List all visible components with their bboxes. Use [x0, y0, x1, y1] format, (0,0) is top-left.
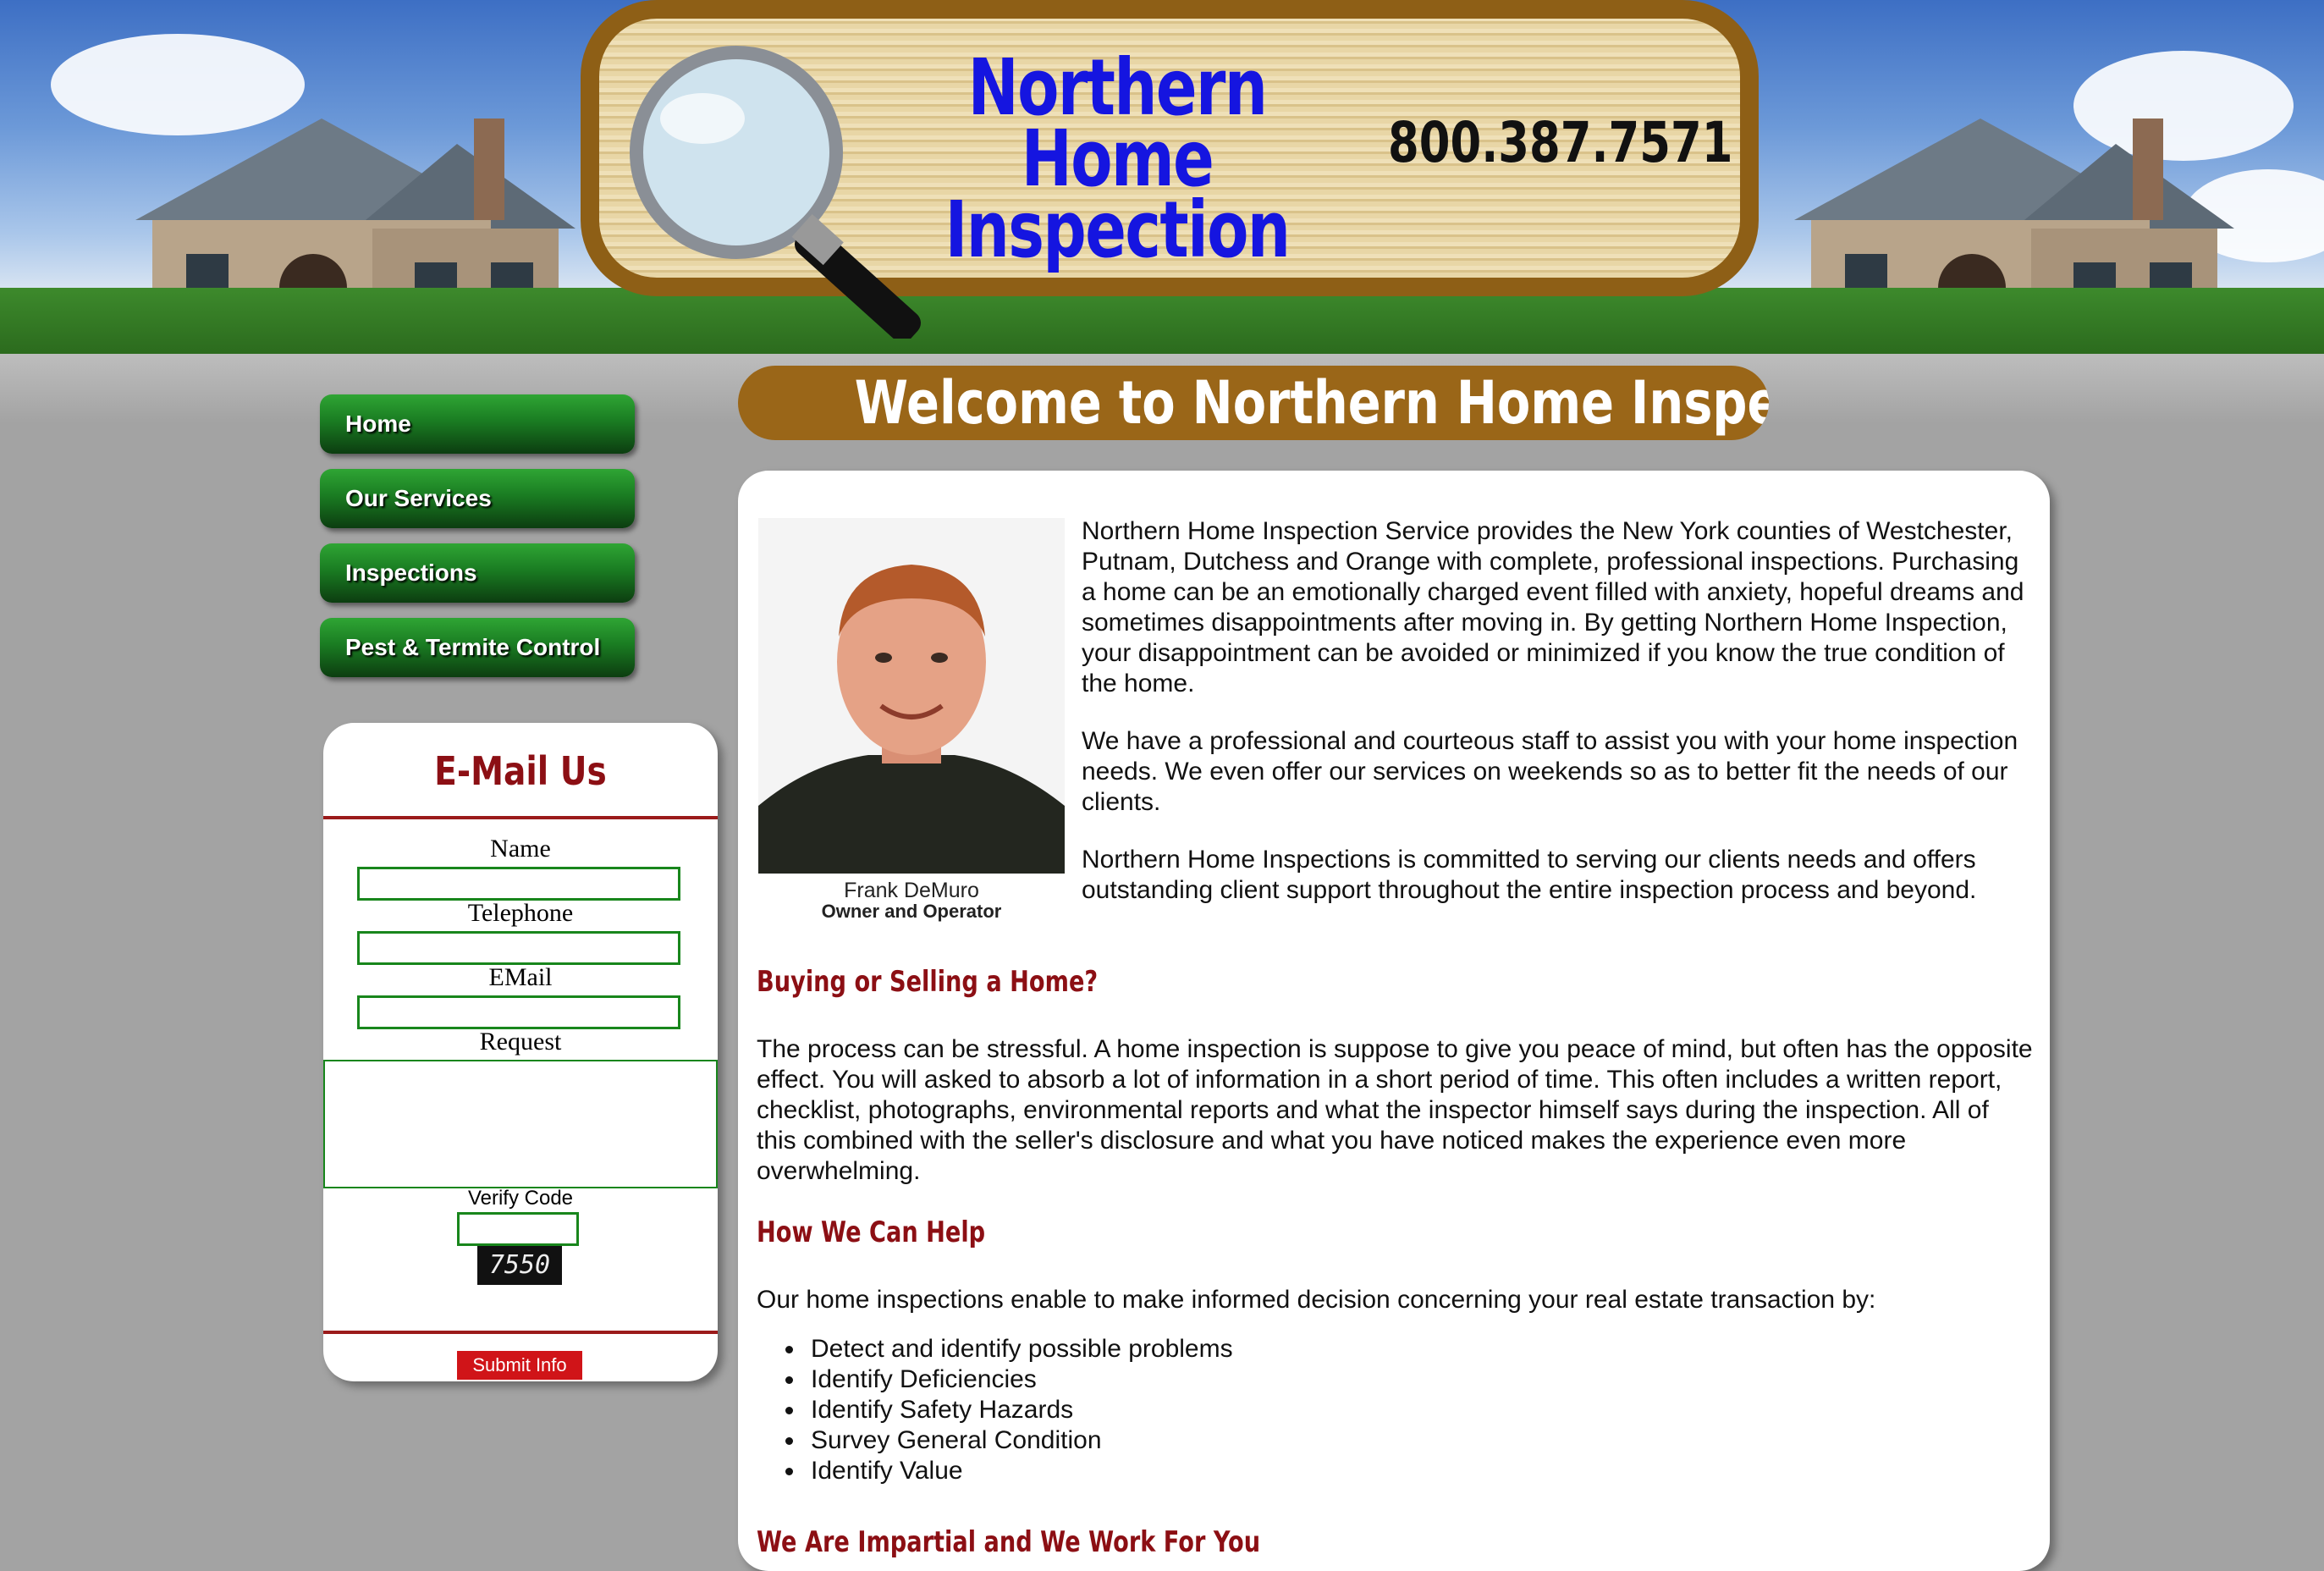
nav-inspections[interactable]: Inspections: [320, 543, 635, 603]
photo-caption-name: Frank DeMuro: [844, 879, 979, 902]
captcha-image: 7550: [477, 1246, 562, 1285]
divider: [323, 1331, 718, 1334]
main-content: Frank DeMuro Owner and Operator Northern…: [738, 471, 2050, 1571]
heading-impartial: We Are Impartial and We Work For You: [757, 1525, 1261, 1559]
email-input[interactable]: [357, 995, 680, 1029]
brand-phone: 800.387.7571: [1388, 110, 1733, 175]
welcome-heading: Welcome to Northern Home Inspection: [854, 368, 1769, 438]
name-input[interactable]: [357, 867, 680, 901]
request-textarea[interactable]: [323, 1060, 718, 1188]
nav-home[interactable]: Home: [320, 394, 635, 454]
list-item: Detect and identify possible problems: [806, 1334, 1233, 1364]
nav-our-services[interactable]: Our Services: [320, 469, 635, 528]
brand-title-line1: Northern Home: [967, 42, 1268, 204]
telephone-label: Telephone: [467, 899, 574, 927]
telephone-input[interactable]: [357, 931, 680, 965]
brand-title-line2: Inspection: [944, 185, 1291, 275]
email-form: E-Mail Us Name Telephone EMail Request V…: [323, 723, 718, 1381]
list-item: Identify Safety Hazards: [806, 1395, 1233, 1425]
list-item: Identify Deficiencies: [806, 1364, 1233, 1395]
owner-portrait-icon: [758, 518, 1065, 874]
verify-code-label: Verify Code: [467, 1187, 574, 1210]
list-item: Survey General Condition: [806, 1425, 1233, 1456]
header-banner: Northern Home Inspection 800.387.7571: [0, 0, 2324, 423]
submit-info-button[interactable]: Submit Info: [457, 1351, 582, 1380]
nav-pest-termite-control[interactable]: Pest & Termite Control: [320, 618, 635, 677]
intro-paragraph-3: Northern Home Inspections is committed t…: [1082, 846, 1977, 904]
intro-paragraph-2: We have a professional and courteous sta…: [1082, 727, 2018, 816]
owner-photo: [758, 518, 1065, 874]
request-label: Request: [479, 1028, 562, 1056]
lawn-decoration: [0, 288, 2324, 356]
help-paragraph: Our home inspections enable to make info…: [757, 1286, 1876, 1314]
email-form-title: E-Mail Us: [434, 748, 607, 794]
email-label: EMail: [488, 963, 553, 991]
services-list: Detect and identify possible problems Id…: [780, 1334, 1233, 1486]
heading-buying-selling: Buying or Selling a Home?: [757, 965, 1099, 999]
brand-title: Northern Home Inspection: [933, 42, 1302, 275]
magnifier-icon: [630, 46, 921, 339]
welcome-banner: Welcome to Northern Home Inspection: [738, 366, 1769, 440]
divider: [323, 816, 718, 819]
heading-how-we-can-help: How We Can Help: [757, 1215, 986, 1249]
list-item: Identify Value: [806, 1456, 1233, 1486]
name-label: Name: [490, 835, 551, 863]
intro-paragraph-1: Northern Home Inspection Service provide…: [1082, 517, 2024, 697]
photo-caption-role: Owner and Operator: [821, 901, 1002, 922]
buying-paragraph: The process can be stressful. A home ins…: [757, 1035, 2033, 1185]
verify-code-input[interactable]: [457, 1212, 579, 1246]
